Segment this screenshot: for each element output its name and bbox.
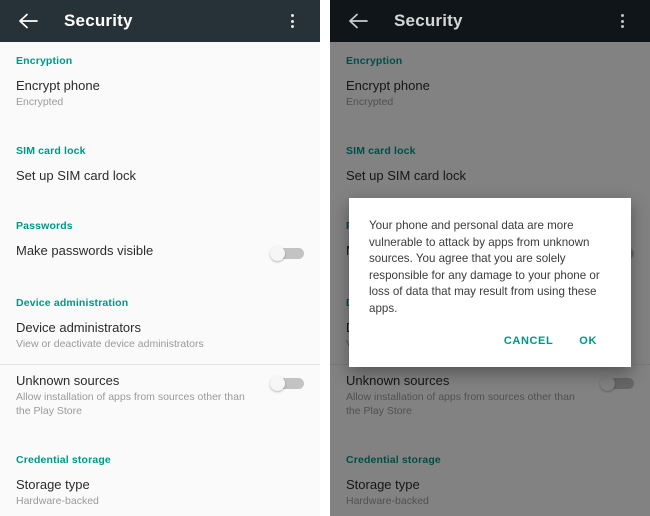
toggle-knob <box>270 376 285 391</box>
app-bar: Security <box>330 0 650 42</box>
screenshot-root: Security Encryption Encrypt phone Encryp… <box>0 0 650 516</box>
list-item-title: Set up SIM card lock <box>16 168 136 183</box>
phone-screen-after: Security Encryption Encrypt phone Encryp… <box>330 0 650 516</box>
list-item-title: Make passwords visible <box>16 243 154 258</box>
toggle-unknown-sources[interactable] <box>270 376 304 391</box>
list-item-title: Unknown sources <box>16 373 120 388</box>
overflow-dot <box>290 25 294 28</box>
overflow-dot <box>620 19 624 23</box>
toggle-knob <box>270 246 285 261</box>
list-item-storage-type[interactable]: Storage type Hardware-backed <box>0 469 320 516</box>
settings-list: Encryption Encrypt phone Encrypted SIM c… <box>0 42 320 516</box>
section-header-credential-storage: Credential storage <box>16 454 111 466</box>
cancel-button[interactable]: CANCEL <box>496 329 561 353</box>
list-item-title: Storage type <box>16 477 90 492</box>
list-item-subtitle: Allow installation of apps from sources … <box>16 391 245 417</box>
back-arrow-icon[interactable] <box>16 8 42 34</box>
app-bar: Security <box>0 0 320 42</box>
overflow-dot <box>290 19 294 23</box>
list-item-title: Device administrators <box>16 320 141 335</box>
overflow-dot <box>620 25 624 28</box>
phone-screen-before: Security Encryption Encrypt phone Encryp… <box>0 0 320 516</box>
list-item-unknown-sources[interactable]: Unknown sources Allow installation of ap… <box>0 365 320 427</box>
list-item-subtitle: Hardware-backed <box>16 495 99 507</box>
dialog-actions: CANCEL OK <box>369 317 611 359</box>
list-item-title: Encrypt phone <box>16 78 100 93</box>
section-header-sim-card-lock: SIM card lock <box>16 145 86 157</box>
section-header-passwords: Passwords <box>16 220 73 232</box>
section-header-device-administration: Device administration <box>16 297 129 309</box>
list-item-encrypt-phone[interactable]: Encrypt phone Encrypted <box>0 70 320 118</box>
page-title: Security <box>394 11 463 30</box>
more-vertical-icon[interactable] <box>610 8 634 34</box>
list-item-make-passwords-visible[interactable]: Make passwords visible <box>0 235 320 270</box>
unknown-sources-warning-dialog: Your phone and personal data are more vu… <box>349 198 631 367</box>
dialog-message: Your phone and personal data are more vu… <box>369 219 600 315</box>
ok-button[interactable]: OK <box>571 329 605 353</box>
list-item-subtitle: View or deactivate device administrators <box>16 338 204 350</box>
toggle-make-passwords-visible[interactable] <box>270 246 304 261</box>
list-item-device-administrators[interactable]: Device administrators View or deactivate… <box>0 312 320 360</box>
back-arrow-icon[interactable] <box>346 8 372 34</box>
section-header-encryption: Encryption <box>16 55 73 67</box>
page-title: Security <box>64 11 133 30</box>
overflow-dot <box>620 14 624 17</box>
overflow-dot <box>290 14 294 17</box>
list-item-subtitle: Encrypted <box>16 96 64 108</box>
list-item-set-up-sim-card-lock[interactable]: Set up SIM card lock <box>0 160 320 193</box>
more-vertical-icon[interactable] <box>280 8 304 34</box>
